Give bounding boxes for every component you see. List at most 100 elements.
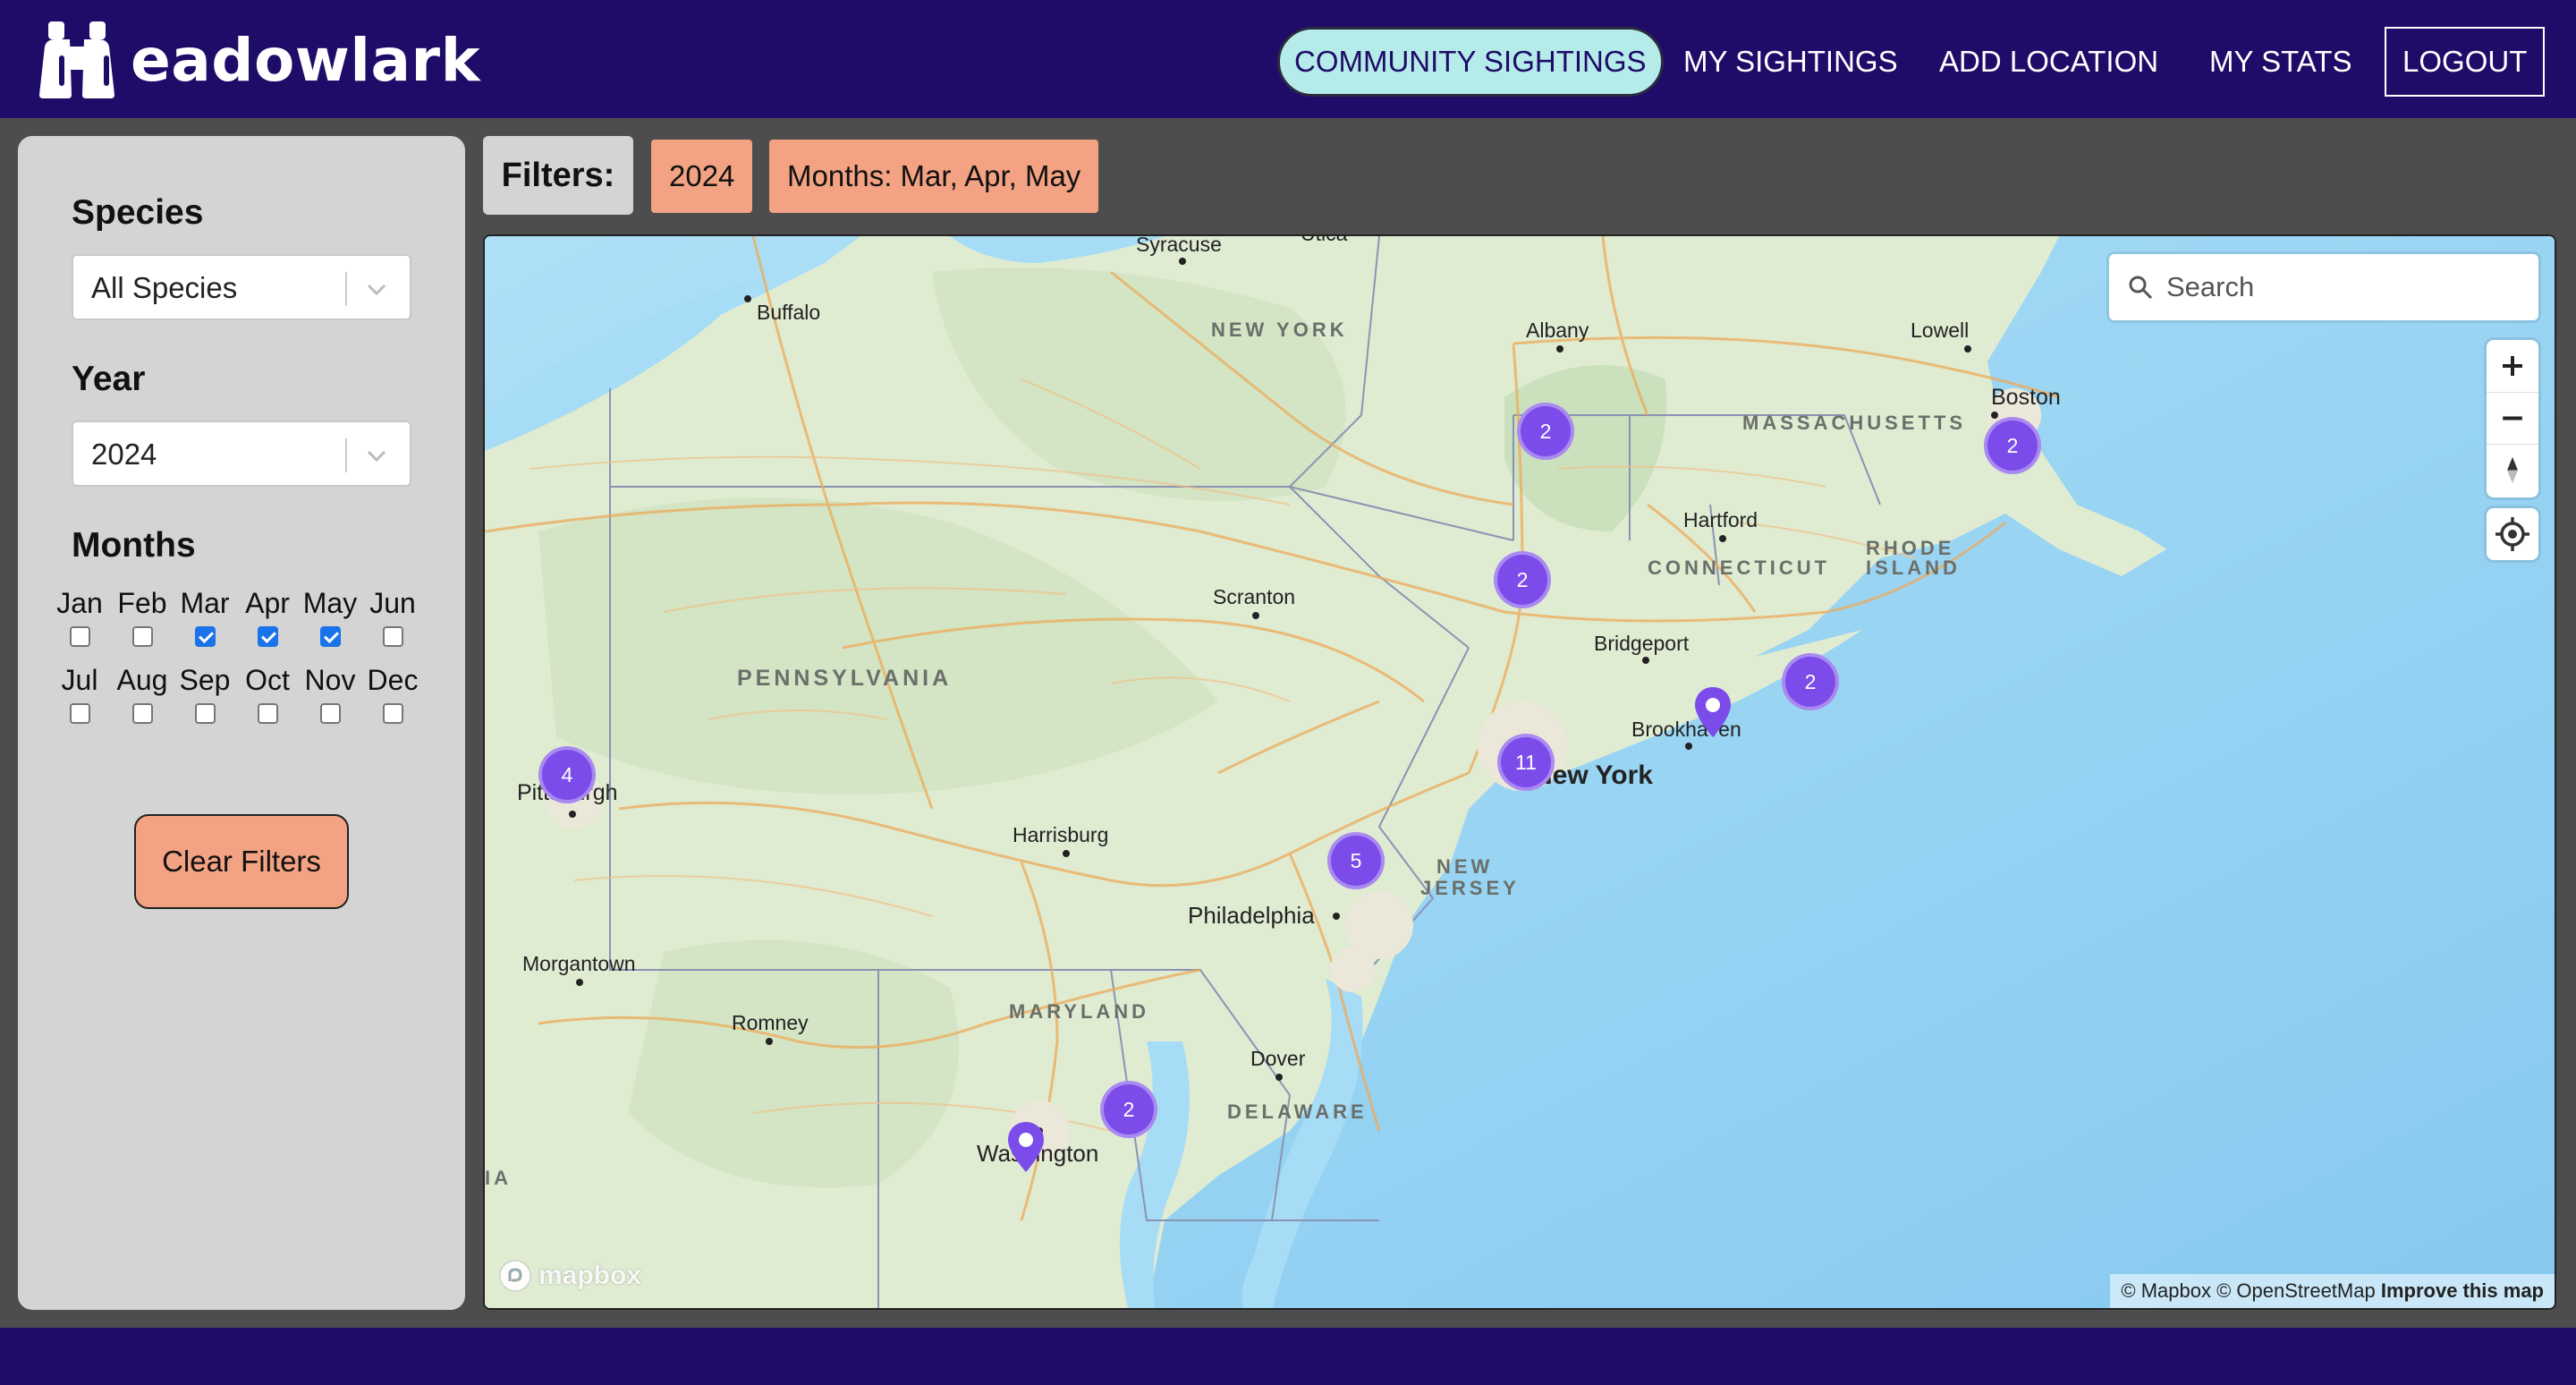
month-label: Jan [56, 587, 103, 619]
city-lowell: Lowell [1911, 319, 1970, 342]
month-checkbox-apr[interactable] [258, 626, 278, 647]
zoom-out-icon[interactable] [2487, 392, 2538, 444]
month-checkbox-sep[interactable] [195, 703, 216, 724]
city-syracuse: Syracuse [1136, 234, 1222, 256]
geolocate-button[interactable] [2487, 508, 2538, 560]
species-select-value: All Species [91, 271, 238, 304]
sightings-map[interactable]: NEW YORK MASSACHUSETTS CONNECTICUT RHODE… [483, 234, 2556, 1310]
city-dover: Dover [1250, 1047, 1306, 1070]
map-search-box [2109, 254, 2538, 320]
month-checkbox-aug[interactable] [132, 703, 153, 724]
clear-filters-button[interactable]: Clear Filters [134, 814, 349, 909]
improve-map-link[interactable]: Improve this map [2381, 1279, 2544, 1302]
month-sep: Sep [174, 662, 236, 724]
month-nov: Nov [299, 662, 361, 724]
city-harrisburg: Harrisburg [1013, 823, 1109, 846]
sighting-pin-icon[interactable] [1005, 1120, 1046, 1174]
month-aug: Aug [111, 662, 174, 724]
sighting-cluster[interactable]: 2 [1782, 653, 1839, 710]
month-checkbox-feb[interactable] [132, 626, 153, 647]
species-label: Species [72, 193, 204, 232]
filter-chip-months[interactable]: Months: Mar, Apr, May [769, 140, 1099, 213]
sighting-cluster[interactable]: 11 [1497, 734, 1555, 791]
state-label-island: ISLAND [1866, 557, 1961, 579]
month-jul: Jul [48, 662, 111, 724]
month-checkbox-jun[interactable] [383, 626, 403, 647]
month-mar: Mar [174, 585, 236, 647]
filters-label: Filters: [483, 136, 633, 215]
state-label-maryland: MARYLAND [1009, 1000, 1150, 1023]
nav-community-sightings[interactable]: COMMUNITY SIGHTINGS [1277, 27, 1664, 97]
state-label-jersey: JERSEY [1420, 877, 1520, 899]
sighting-cluster[interactable]: 2 [1517, 403, 1574, 460]
nav-my-stats[interactable]: MY STATS [2209, 27, 2352, 97]
state-label-new: NEW [1436, 855, 1494, 878]
compass-icon[interactable] [2487, 444, 2538, 496]
month-checkbox-oct[interactable] [258, 703, 278, 724]
month-label: Sep [179, 664, 231, 696]
month-label: Jul [61, 664, 98, 696]
map-zoom-controls [2487, 340, 2538, 497]
sighting-cluster[interactable]: 2 [1100, 1081, 1157, 1138]
select-separator [345, 272, 347, 306]
month-checkbox-mar[interactable] [195, 626, 216, 647]
mapbox-logo-icon [499, 1260, 531, 1292]
map-search-input[interactable] [2166, 254, 2524, 320]
city-boston: Boston [1991, 385, 2061, 410]
year-label: Year [72, 360, 146, 398]
month-jan: Jan [48, 585, 111, 647]
app-name: eadowlark [131, 25, 480, 95]
city-buffalo: Buffalo [757, 301, 821, 324]
city-romney: Romney [732, 1011, 809, 1034]
month-label: Oct [245, 664, 290, 696]
binoculars-icon [39, 21, 114, 98]
sighting-cluster[interactable]: 2 [1494, 551, 1551, 608]
month-label: Dec [367, 664, 419, 696]
mapbox-logo-text: mapbox [538, 1261, 642, 1290]
geolocate-icon [2496, 517, 2529, 551]
state-label-delaware: DELAWARE [1227, 1100, 1368, 1123]
year-select-value: 2024 [91, 438, 157, 471]
zoom-in-icon[interactable] [2487, 340, 2538, 392]
sighting-pin-icon[interactable] [1692, 685, 1733, 739]
month-checkbox-jul[interactable] [70, 703, 90, 724]
month-label: Jun [369, 587, 416, 619]
city-albany: Albany [1526, 319, 1589, 342]
mapbox-logo[interactable]: mapbox [497, 1256, 641, 1296]
month-checkbox-dec[interactable] [383, 703, 403, 724]
city-scranton: Scranton [1213, 585, 1296, 608]
filter-sidebar: Species All Species Year 2024 Months Jan… [18, 136, 465, 1310]
month-label: Aug [116, 664, 168, 696]
map-attribution: © Mapbox © OpenStreetMap Improve this ma… [2110, 1274, 2555, 1308]
month-oct: Oct [236, 662, 299, 724]
months-label: Months [72, 526, 196, 565]
sighting-cluster[interactable]: 2 [1984, 417, 2041, 474]
month-label: Apr [245, 587, 290, 619]
month-may: May [299, 585, 361, 647]
sighting-cluster[interactable]: 5 [1327, 832, 1385, 889]
month-checkbox-nov[interactable] [320, 703, 341, 724]
year-select[interactable]: 2024 [72, 421, 411, 487]
state-label-new-york: NEW YORK [1211, 319, 1348, 341]
month-label: Feb [117, 587, 167, 619]
city-bridgeport: Bridgeport [1594, 632, 1690, 655]
attribution-text[interactable]: © Mapbox © OpenStreetMap [2121, 1279, 2375, 1302]
month-checkbox-jan[interactable] [70, 626, 90, 647]
species-select[interactable]: All Species [72, 254, 411, 320]
month-label: Mar [180, 587, 230, 619]
month-feb: Feb [111, 585, 174, 647]
state-label-partial: IA [485, 1167, 512, 1189]
nav-add-location[interactable]: ADD LOCATION [1939, 27, 2158, 97]
month-label: May [302, 587, 358, 619]
month-jun: Jun [361, 585, 424, 647]
search-icon [2129, 276, 2153, 300]
app-logo[interactable]: eadowlark [36, 20, 480, 100]
city-hartford: Hartford [1683, 508, 1758, 531]
filter-chip-year[interactable]: 2024 [651, 140, 753, 213]
logout-button[interactable]: LOGOUT [2385, 27, 2546, 97]
nav-my-sightings[interactable]: MY SIGHTINGS [1683, 27, 1898, 97]
chevron-down-icon [367, 450, 386, 463]
month-dec: Dec [361, 662, 424, 724]
month-checkbox-may[interactable] [320, 626, 341, 647]
sighting-cluster[interactable]: 4 [538, 746, 596, 803]
